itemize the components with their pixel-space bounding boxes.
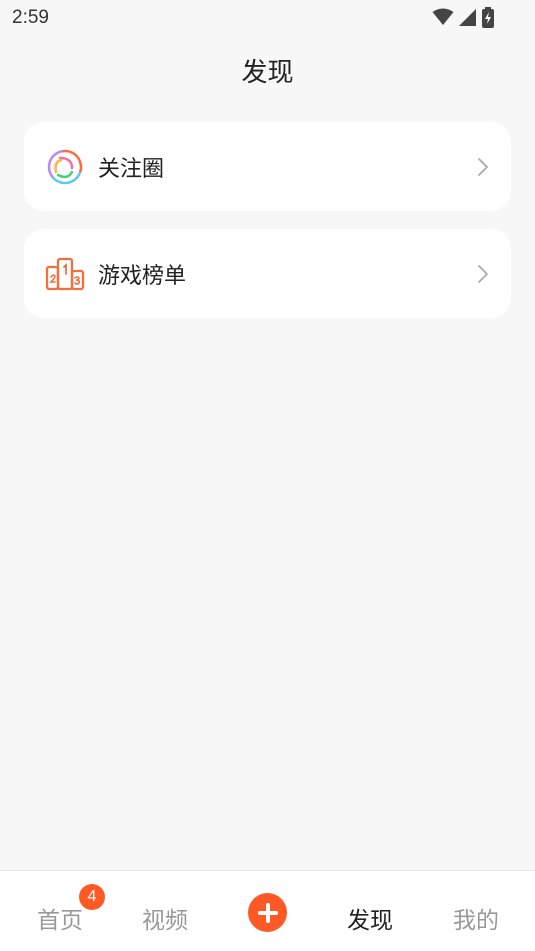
- nav-item-home[interactable]: 首页: [37, 901, 83, 935]
- add-post-button[interactable]: [248, 893, 287, 932]
- nav-item-discover[interactable]: 发现: [347, 901, 393, 935]
- game-ranking-card[interactable]: 游戏榜单: [24, 229, 511, 318]
- follow-circle-card[interactable]: 关注圈: [24, 122, 511, 211]
- nav-item-mine[interactable]: 我的: [453, 901, 499, 935]
- cellular-signal-icon: [459, 8, 476, 26]
- battery-charging-icon: [482, 6, 494, 28]
- home-notification-badge: 4: [79, 884, 105, 910]
- game-ranking-icon: [45, 254, 85, 294]
- chevron-right-icon: [478, 157, 488, 176]
- status-bar: 2:59: [0, 0, 535, 36]
- page-title: 发现: [241, 58, 294, 88]
- plus-icon: [257, 902, 278, 923]
- chevron-right-icon: [478, 264, 488, 283]
- discover-screen: 2:59 发现 关注圈 游戏榜单 首页 视频 发现 我的 4: [0, 0, 535, 951]
- follow-circle-icon: [45, 147, 85, 187]
- wifi-icon: [432, 8, 454, 25]
- follow-circle-label: 关注圈: [98, 156, 165, 182]
- game-ranking-label: 游戏榜单: [98, 263, 187, 289]
- status-time: 2:59: [12, 7, 49, 28]
- status-icons: [432, 6, 495, 28]
- nav-item-video[interactable]: 视频: [142, 901, 188, 935]
